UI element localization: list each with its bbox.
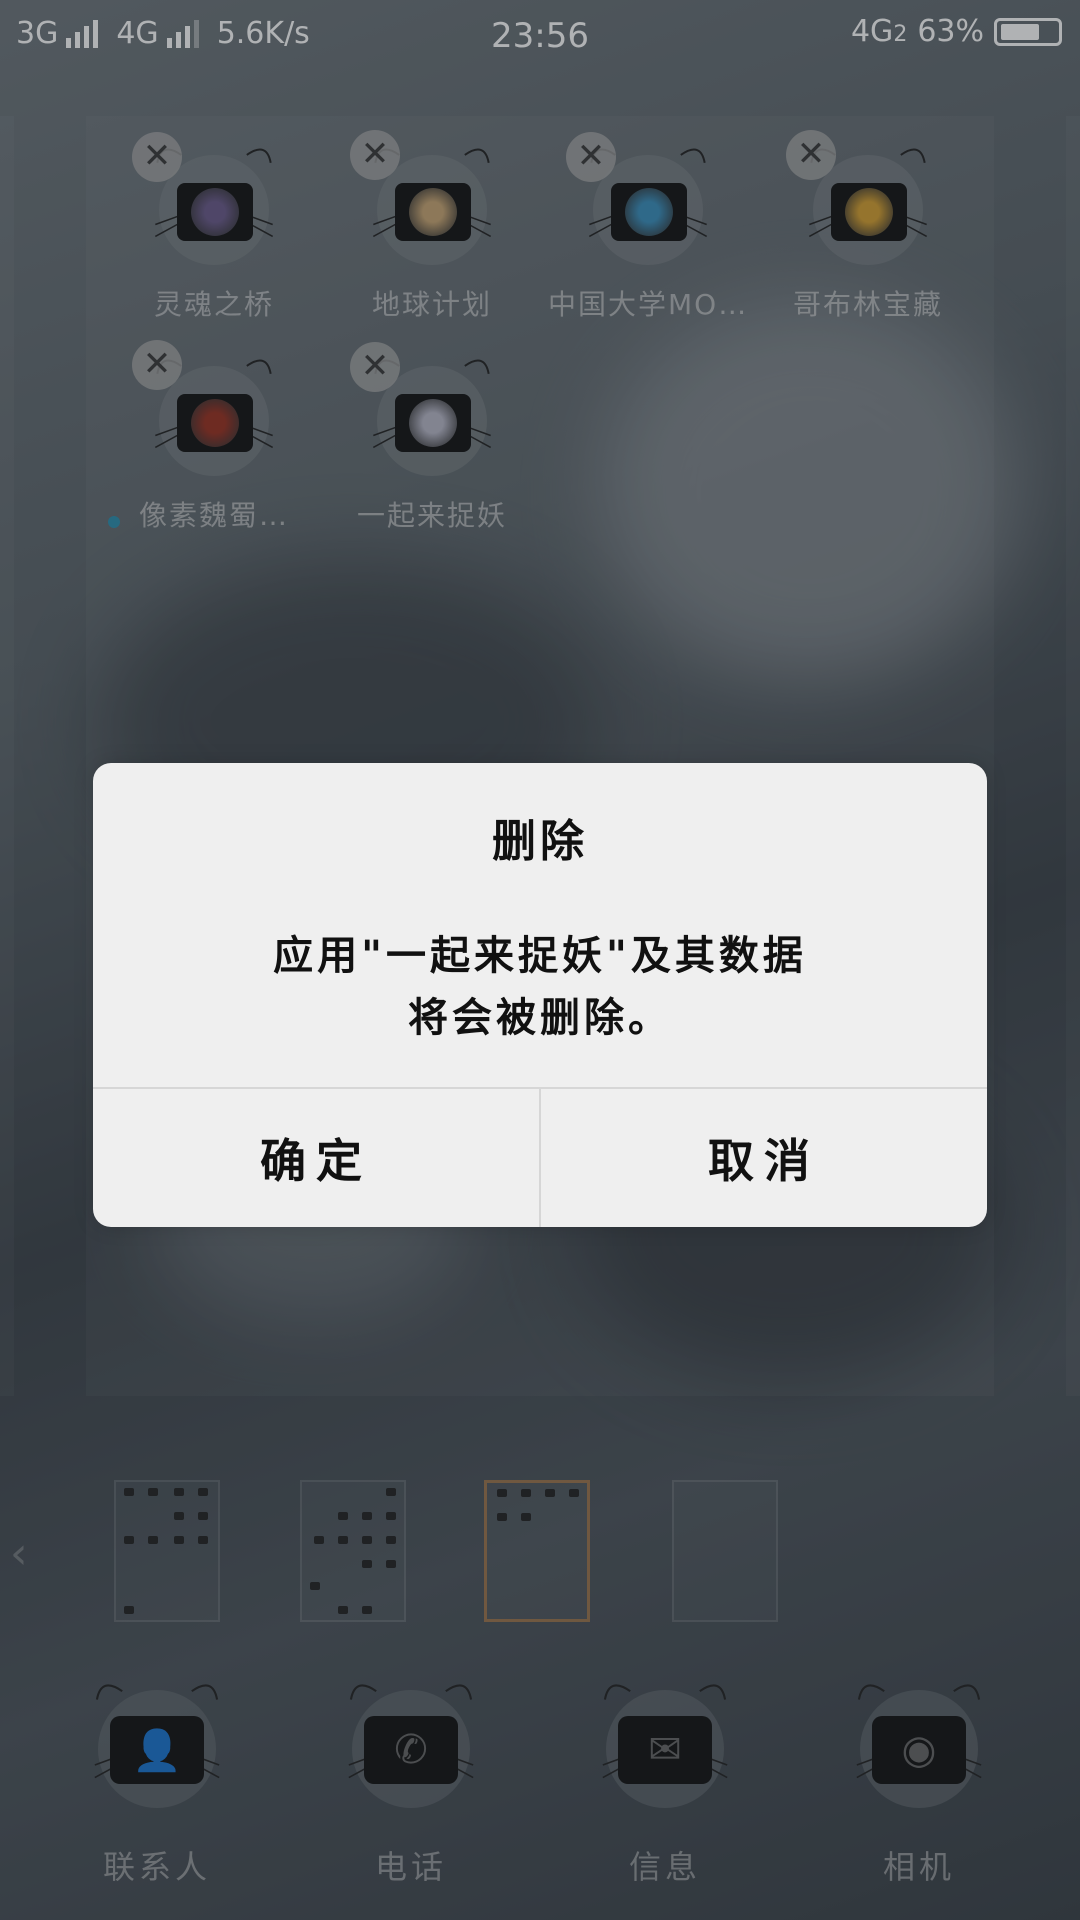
cancel-button[interactable]: 取消 — [541, 1089, 987, 1227]
dialog-message-line-2: 将会被删除。 — [408, 995, 672, 1041]
dialog-message-line-1: 应用"一起来捉妖"及其数据 — [273, 933, 807, 979]
delete-dialog: 删除 应用"一起来捉妖"及其数据 将会被删除。 确定 取消 — [93, 763, 987, 1227]
dialog-message: 应用"一起来捉妖"及其数据 将会被删除。 — [93, 925, 987, 1049]
dialog-title: 删除 — [492, 816, 588, 867]
confirm-button[interactable]: 确定 — [93, 1089, 539, 1227]
